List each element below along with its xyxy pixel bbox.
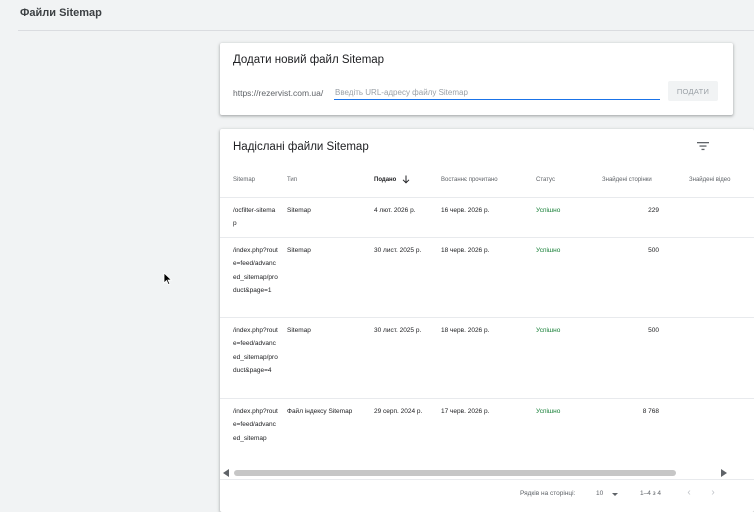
footer-divider	[220, 479, 754, 480]
add-sitemap-card: Додати новий файл Sitemap https://rezerv…	[220, 43, 733, 115]
sitemap-url-input[interactable]	[334, 86, 660, 100]
column-header-videos[interactable]: Знайдені відео	[689, 177, 730, 183]
submitted-sitemaps-title: Надіслані файли Sitemap	[233, 141, 369, 153]
last-read-date: 18 черв. 2026 р.	[441, 327, 490, 334]
page-title: Файли Sitemap	[20, 7, 102, 19]
pages-count: 229	[648, 207, 659, 214]
row-divider	[220, 398, 754, 399]
sitemap-type: Sitemap	[287, 207, 311, 214]
submitted-date: 30 лист. 2025 р.	[374, 327, 422, 334]
pages-count: 500	[648, 247, 659, 254]
pagination-range: 1–4 з 4	[640, 490, 662, 497]
header-divider	[18, 30, 754, 31]
sitemap-type: Файл індексу Sitemap	[287, 408, 353, 415]
sitemap-path[interactable]: /index.php?route=feed/advanced_sitemap/p…	[233, 244, 278, 298]
sitemap-type: Sitemap	[287, 327, 311, 334]
submit-button[interactable]: ПОДАТИ	[668, 81, 718, 101]
next-page-icon[interactable]: ›	[707, 487, 719, 499]
pages-count: 8 768	[642, 408, 659, 415]
row-divider	[220, 237, 754, 238]
header-divider	[220, 197, 754, 198]
submitted-date: 30 лист. 2025 р.	[374, 247, 422, 254]
last-read-date: 18 черв. 2026 р.	[441, 247, 490, 254]
mouse-cursor-icon	[163, 272, 173, 286]
submitted-date: 4 лют. 2026 р.	[374, 207, 416, 214]
column-header-last-read[interactable]: Востаннє прочитано	[441, 177, 498, 183]
filter-icon[interactable]	[697, 141, 709, 151]
status-badge: Успішно	[536, 327, 561, 334]
scroll-right-icon[interactable]	[721, 469, 727, 477]
scroll-left-icon[interactable]	[223, 469, 229, 477]
rows-per-page-select[interactable]: 10	[596, 490, 603, 497]
status-badge: Успішно	[536, 247, 561, 254]
add-sitemap-title: Додати новий файл Sitemap	[233, 54, 385, 66]
sitemap-path[interactable]: /ocfilter-sitemap	[233, 204, 278, 231]
horizontal-scrollbar[interactable]	[220, 467, 734, 479]
column-header-type[interactable]: Тип	[287, 177, 297, 183]
status-badge: Успішно	[536, 207, 561, 214]
pages-count: 500	[648, 327, 659, 334]
last-read-date: 17 черв. 2026 р.	[441, 408, 490, 415]
row-divider	[220, 317, 754, 318]
rows-per-page-label: Рядків на сторінці:	[520, 490, 576, 497]
submitted-date: 29 серп. 2024 р.	[374, 408, 423, 415]
column-header-submitted[interactable]: Подано	[374, 177, 396, 183]
submitted-sitemaps-card: Надіслані файли Sitemap Sitemap Тип Пода…	[220, 129, 754, 512]
status-badge: Успішно	[536, 408, 561, 415]
page-header: Файли Sitemap	[0, 0, 754, 31]
url-prefix: https://rezervist.com.ua/	[233, 88, 324, 98]
sort-descending-icon[interactable]	[402, 175, 410, 184]
column-header-pages[interactable]: Знайдені сторінки	[602, 177, 652, 183]
column-header-sitemap[interactable]: Sitemap	[233, 177, 255, 183]
chevron-down-icon[interactable]	[612, 493, 618, 496]
sitemap-type: Sitemap	[287, 247, 311, 254]
column-header-status[interactable]: Статус	[536, 177, 555, 183]
sitemap-path[interactable]: /index.php?route=feed/advanced_sitemap	[233, 405, 278, 445]
scrollbar-thumb[interactable]	[234, 470, 676, 476]
previous-page-icon[interactable]: ‹	[683, 487, 695, 499]
sitemap-path[interactable]: /index.php?route=feed/advanced_sitemap/p…	[233, 324, 278, 378]
last-read-date: 16 черв. 2026 р.	[441, 207, 490, 214]
